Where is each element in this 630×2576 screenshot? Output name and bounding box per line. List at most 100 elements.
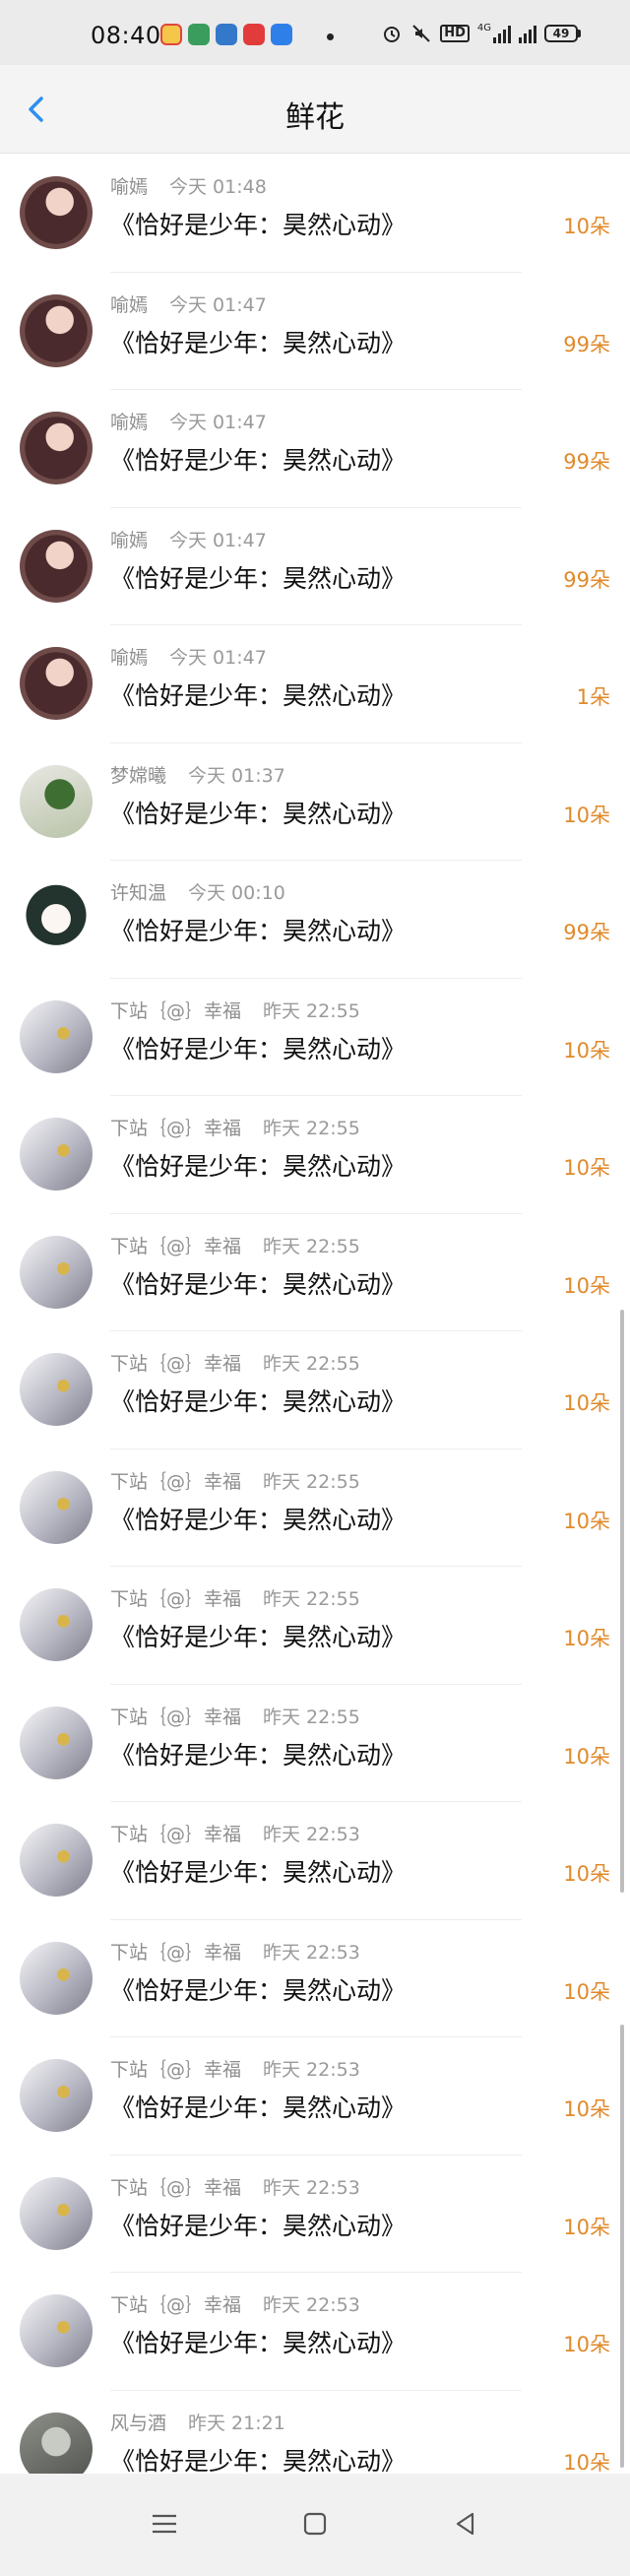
list-item[interactable]: 下站｛@｝幸福 昨天 22:53 《恰好是少年：昊然心动》 10朵	[0, 1919, 630, 2037]
avatar[interactable]	[20, 1941, 93, 2015]
flower-amount: 10朵	[563, 803, 610, 827]
app-icon-blue	[216, 24, 237, 45]
user-name[interactable]: 喻嫣	[110, 647, 148, 669]
avatar[interactable]	[20, 999, 93, 1073]
list-item[interactable]: 下站｛@｝幸福 昨天 22:53 《恰好是少年：昊然心动》 10朵	[0, 1802, 630, 1920]
scrollbar-thumb[interactable]	[620, 2025, 624, 2468]
avatar[interactable]	[20, 176, 93, 249]
list-item[interactable]: 下站｛@｝幸福 昨天 22:55 《恰好是少年：昊然心动》 10朵	[0, 1096, 630, 1214]
list-item[interactable]: 下站｛@｝幸福 昨天 22:55 《恰好是少年：昊然心动》 10朵	[0, 1567, 630, 1685]
reward-time: 昨天 22:53	[263, 1824, 360, 1845]
menu-icon[interactable]	[150, 2509, 179, 2539]
avatar[interactable]	[20, 1588, 93, 1661]
reward-time: 昨天 22:53	[263, 2176, 360, 2199]
user-name[interactable]: 许知温	[110, 882, 166, 904]
avatar[interactable]	[20, 1353, 93, 1426]
item-meta: 下站｛@｝幸福 昨天 22:53	[110, 2173, 360, 2200]
avatar[interactable]	[20, 1706, 93, 1779]
avatar[interactable]	[20, 412, 93, 484]
avatar[interactable]	[20, 293, 93, 367]
avatar[interactable]	[20, 1118, 93, 1191]
item-meta: 喻嫣 今天 01:47	[110, 408, 267, 434]
item-meta: 下站｛@｝幸福 昨天 22:55	[110, 997, 360, 1023]
avatar[interactable]	[20, 1235, 93, 1309]
list-item[interactable]: 喻嫣 今天 01:47 《恰好是少年：昊然心动》 99朵	[0, 507, 630, 625]
list-item[interactable]: 喻嫣 今天 01:47 《恰好是少年：昊然心动》 99朵	[0, 390, 630, 508]
reward-time: 昨天 22:55	[263, 999, 360, 1022]
book-title: 《恰好是少年：昊然心动》	[110, 1975, 407, 2005]
avatar[interactable]	[20, 1470, 93, 1544]
item-meta: 下站｛@｝幸福 昨天 22:55	[110, 1467, 360, 1494]
item-meta: 下站｛@｝幸福 昨天 22:55	[110, 1232, 360, 1258]
network-label: 4G	[476, 23, 491, 33]
user-name[interactable]: 下站｛@｝幸福	[110, 2059, 241, 2081]
list-item[interactable]: 下站｛@｝幸福 昨天 22:55 《恰好是少年：昊然心动》 10朵	[0, 1331, 630, 1449]
list-item[interactable]: 喻嫣 今天 01:48 《恰好是少年：昊然心动》 10朵	[0, 155, 630, 273]
item-meta: 下站｛@｝幸福 昨天 22:53	[110, 2290, 360, 2317]
reward-time: 今天 01:47	[169, 293, 267, 316]
flower-amount: 10朵	[563, 1862, 610, 1886]
reward-time: 昨天 22:55	[263, 1706, 360, 1728]
avatar[interactable]	[20, 2294, 93, 2367]
header: 鲜花	[0, 65, 630, 154]
user-name[interactable]: 喻嫣	[110, 176, 148, 198]
reward-time: 今天 01:48	[169, 176, 267, 198]
book-title: 《恰好是少年：昊然心动》	[110, 1623, 407, 1651]
book-title: 《恰好是少年：昊然心动》	[110, 1269, 407, 1299]
flower-list: 喻嫣 今天 01:48 《恰好是少年：昊然心动》 10朵 喻嫣 今天 01:47 《恰好是少…	[0, 155, 630, 2508]
list-item[interactable]: 下站｛@｝幸福 昨天 22:53 《恰好是少年：昊然心动》 10朵	[0, 2273, 630, 2391]
avatar[interactable]	[20, 882, 93, 955]
flower-amount: 10朵	[563, 1744, 610, 1769]
avatar[interactable]	[20, 2176, 93, 2250]
item-meta: 喻嫣 今天 01:47	[110, 290, 267, 317]
flower-amount: 99朵	[563, 567, 610, 592]
user-name[interactable]: 喻嫣	[110, 530, 148, 551]
list-item[interactable]: 梦嫦曦 今天 01:37 《恰好是少年：昊然心动》 10朵	[0, 742, 630, 861]
user-name[interactable]: 下站｛@｝幸福	[110, 1353, 241, 1375]
user-name[interactable]: 下站｛@｝幸福	[110, 2177, 241, 2199]
list-item[interactable]: 下站｛@｝幸福 昨天 22:55 《恰好是少年：昊然心动》 10朵	[0, 1213, 630, 1331]
user-name[interactable]: 下站｛@｝幸福	[110, 1824, 241, 1845]
book-title: 《恰好是少年：昊然心动》	[110, 1034, 407, 1063]
avatar[interactable]	[20, 1824, 93, 1897]
user-name[interactable]: 下站｛@｝幸福	[110, 1236, 241, 1257]
list-item[interactable]: 下站｛@｝幸福 昨天 22:53 《恰好是少年：昊然心动》 10朵	[0, 2037, 630, 2156]
flower-amount: 10朵	[563, 1273, 610, 1298]
list-item[interactable]: 下站｛@｝幸福 昨天 22:55 《恰好是少年：昊然心动》 10朵	[0, 1449, 630, 1567]
avatar[interactable]	[20, 764, 93, 838]
scrollbar[interactable]	[620, 1310, 624, 1893]
user-name[interactable]: 下站｛@｝幸福	[110, 1471, 241, 1493]
signal-icon: 4G	[477, 24, 511, 43]
user-name[interactable]: 下站｛@｝幸福	[110, 1942, 241, 1964]
avatar[interactable]	[20, 647, 93, 720]
list-item[interactable]: 下站｛@｝幸福 昨天 22:53 《恰好是少年：昊然心动》 10朵	[0, 2155, 630, 2273]
flower-amount: 1朵	[576, 685, 610, 709]
list-item[interactable]: 下站｛@｝幸福 昨天 22:55 《恰好是少年：昊然心动》 10朵	[0, 978, 630, 1096]
reward-time: 昨天 22:55	[263, 1353, 360, 1375]
user-name[interactable]: 下站｛@｝幸福	[110, 1707, 241, 1728]
more-notifications-dot	[327, 33, 334, 40]
book-title: 《恰好是少年：昊然心动》	[110, 917, 407, 945]
home-square-icon[interactable]	[300, 2509, 330, 2539]
list-item[interactable]: 许知温 今天 00:10 《恰好是少年：昊然心动》 99朵	[0, 861, 630, 979]
item-meta: 喻嫣 今天 01:47	[110, 643, 267, 670]
book-title: 《恰好是少年：昊然心动》	[110, 2093, 407, 2122]
item-meta: 梦嫦曦 今天 01:37	[110, 761, 285, 788]
user-name[interactable]: 下站｛@｝幸福	[110, 1000, 241, 1022]
user-name[interactable]: 梦嫦曦	[110, 765, 166, 787]
list-item[interactable]: 喻嫣 今天 01:47 《恰好是少年：昊然心动》 1朵	[0, 625, 630, 743]
list-item[interactable]: 喻嫣 今天 01:47 《恰好是少年：昊然心动》 99朵	[0, 272, 630, 390]
list-item[interactable]: 下站｛@｝幸福 昨天 22:55 《恰好是少年：昊然心动》 10朵	[0, 1684, 630, 1802]
user-name[interactable]: 喻嫣	[110, 412, 148, 433]
book-title: 《恰好是少年：昊然心动》	[110, 211, 407, 239]
back-triangle-icon[interactable]	[451, 2509, 480, 2539]
user-name[interactable]: 下站｛@｝幸福	[110, 1118, 241, 1139]
user-name[interactable]: 喻嫣	[110, 294, 148, 316]
user-name[interactable]: 下站｛@｝幸福	[110, 1588, 241, 1610]
user-name[interactable]: 下站｛@｝幸福	[110, 2294, 241, 2316]
app-icon-red	[243, 24, 265, 45]
avatar[interactable]	[20, 2059, 93, 2132]
user-name[interactable]: 风与酒	[110, 2413, 166, 2434]
book-title: 《恰好是少年：昊然心动》	[110, 1387, 407, 1416]
avatar[interactable]	[20, 529, 93, 603]
